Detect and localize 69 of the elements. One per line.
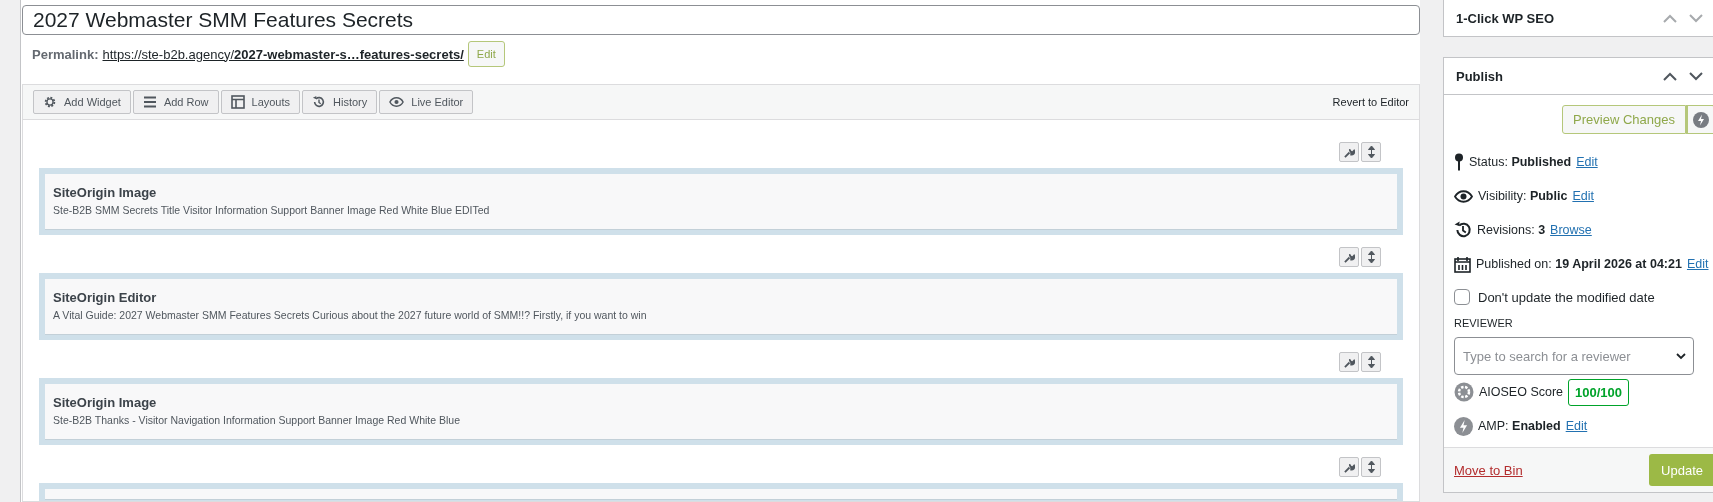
- move-button[interactable]: [1361, 457, 1381, 477]
- toolbar-button[interactable]: History: [302, 90, 378, 114]
- wrench-button[interactable]: [1339, 352, 1359, 372]
- meta-text: Visibility: Public: [1478, 189, 1568, 203]
- meta-text: Revisions: 3: [1477, 223, 1546, 237]
- wrench-icon: [1343, 356, 1355, 368]
- score-label: AIOSEO Score: [1479, 385, 1564, 399]
- calendar-icon: [1454, 255, 1471, 273]
- score-badge: 100/100: [1568, 378, 1630, 406]
- amp-preview-button[interactable]: [1686, 105, 1713, 134]
- meta-link[interactable]: Edit: [1565, 419, 1588, 433]
- move-button[interactable]: [1361, 352, 1381, 372]
- history-icon: [1454, 221, 1472, 239]
- eye-icon: [389, 96, 405, 108]
- chevron-up-icon[interactable]: [1663, 71, 1677, 81]
- reviewer-select[interactable]: Type to search for a reviewer: [1454, 337, 1694, 375]
- move-button[interactable]: [1361, 142, 1381, 162]
- chevron-down-icon: [1676, 353, 1686, 360]
- widget-description: A Vital Guide: 2027 Webmaster SMM Features Secrets Curious about the 2027 future world of SMM!!? Firstly, if you want to win: [53, 309, 648, 321]
- permalink-link[interactable]: https://ste-b2b.agency/2027-webmaster-s…features-secrets/: [102, 46, 464, 62]
- wrench-icon: [1343, 461, 1355, 473]
- widget-title: SiteOrigin Image: [53, 395, 158, 410]
- meta-text: AMP: Enabled: [1478, 419, 1561, 433]
- lightning-icon: [1693, 111, 1709, 128]
- move-button[interactable]: [1361, 247, 1381, 267]
- wrench-icon: [1343, 146, 1355, 158]
- move-to-bin-link[interactable]: Move to Bin: [1454, 462, 1523, 478]
- toolbar-button[interactable]: Add Widget: [33, 90, 131, 114]
- eye-icon: [1454, 189, 1473, 203]
- post-title-field[interactable]: 2027 Webmaster SMM Features Secrets: [22, 5, 1420, 35]
- history-icon: [312, 95, 327, 109]
- layout-icon: [230, 95, 245, 109]
- widget-card[interactable]: SiteOrigin Image Ste-B2B Thanks - Visitor Navigation Information Support Banner Image Red White Blue: [39, 378, 1403, 445]
- lightning-icon: [1454, 416, 1473, 436]
- up-down-arrow-icon: [1367, 251, 1375, 263]
- chevron-down-icon[interactable]: [1689, 71, 1703, 81]
- up-down-arrow-icon: [1367, 146, 1375, 158]
- wrench-button[interactable]: [1339, 247, 1359, 267]
- wrench-icon: [1343, 251, 1355, 263]
- reviewer-label: REVIEWER: [1454, 317, 1514, 329]
- meta-link[interactable]: Edit: [1576, 155, 1598, 169]
- checkbox-label: Don't update the modified date: [1478, 289, 1655, 305]
- meta-text: Published on: 19 April 2026 at 04:21: [1476, 257, 1682, 271]
- wrench-button[interactable]: [1339, 457, 1359, 477]
- toolbar-button[interactable]: Add Row: [132, 90, 219, 114]
- box-title: 1-Click WP SEO: [1456, 10, 1555, 26]
- revert-to-editor-link[interactable]: Revert to Editor: [1332, 96, 1409, 108]
- widget-title: SiteOrigin Editor: [53, 290, 158, 305]
- permalink-label: Permalink:: [32, 46, 99, 62]
- wrench-button[interactable]: [1339, 142, 1359, 162]
- widget-card[interactable]: SiteOrigin Image Ste-B2B SMM Secrets Title Visitor Information Support Banner Image Red White Blue EDITed: [39, 168, 1403, 235]
- widget-title: SiteOrigin Image: [53, 185, 158, 200]
- widget-description: Ste-B2B Thanks - Visitor Navigation Information Support Banner Image Red White Blue: [53, 414, 461, 426]
- box-title: Publish: [1456, 68, 1504, 84]
- gear-icon: [1454, 382, 1474, 402]
- menu-icon: [142, 96, 157, 108]
- meta-link[interactable]: Browse: [1550, 223, 1592, 237]
- meta-link[interactable]: Edit: [1686, 257, 1709, 271]
- widget-card[interactable]: SiteOrigin Editor A Vital Guide: 2027 Webmaster SMM Features Secrets Curious about the 2027 future world of SMM!!? Firstly, if you want to win: [39, 273, 1403, 340]
- toolbar-button[interactable]: Layouts: [220, 90, 301, 114]
- checkbox[interactable]: [1454, 289, 1470, 305]
- up-down-arrow-icon: [1367, 461, 1375, 473]
- widget-description: Ste-B2B SMM Secrets Title Visitor Information Support Banner Image Red White Blue EDITed: [53, 204, 491, 216]
- gear-icon: [43, 95, 57, 109]
- meta-text: Status: Published: [1469, 155, 1572, 169]
- toolbar-button[interactable]: Live Editor: [379, 90, 474, 114]
- pin-icon: [1454, 153, 1464, 171]
- up-down-arrow-icon: [1367, 356, 1375, 368]
- meta-link[interactable]: Edit: [1572, 189, 1594, 203]
